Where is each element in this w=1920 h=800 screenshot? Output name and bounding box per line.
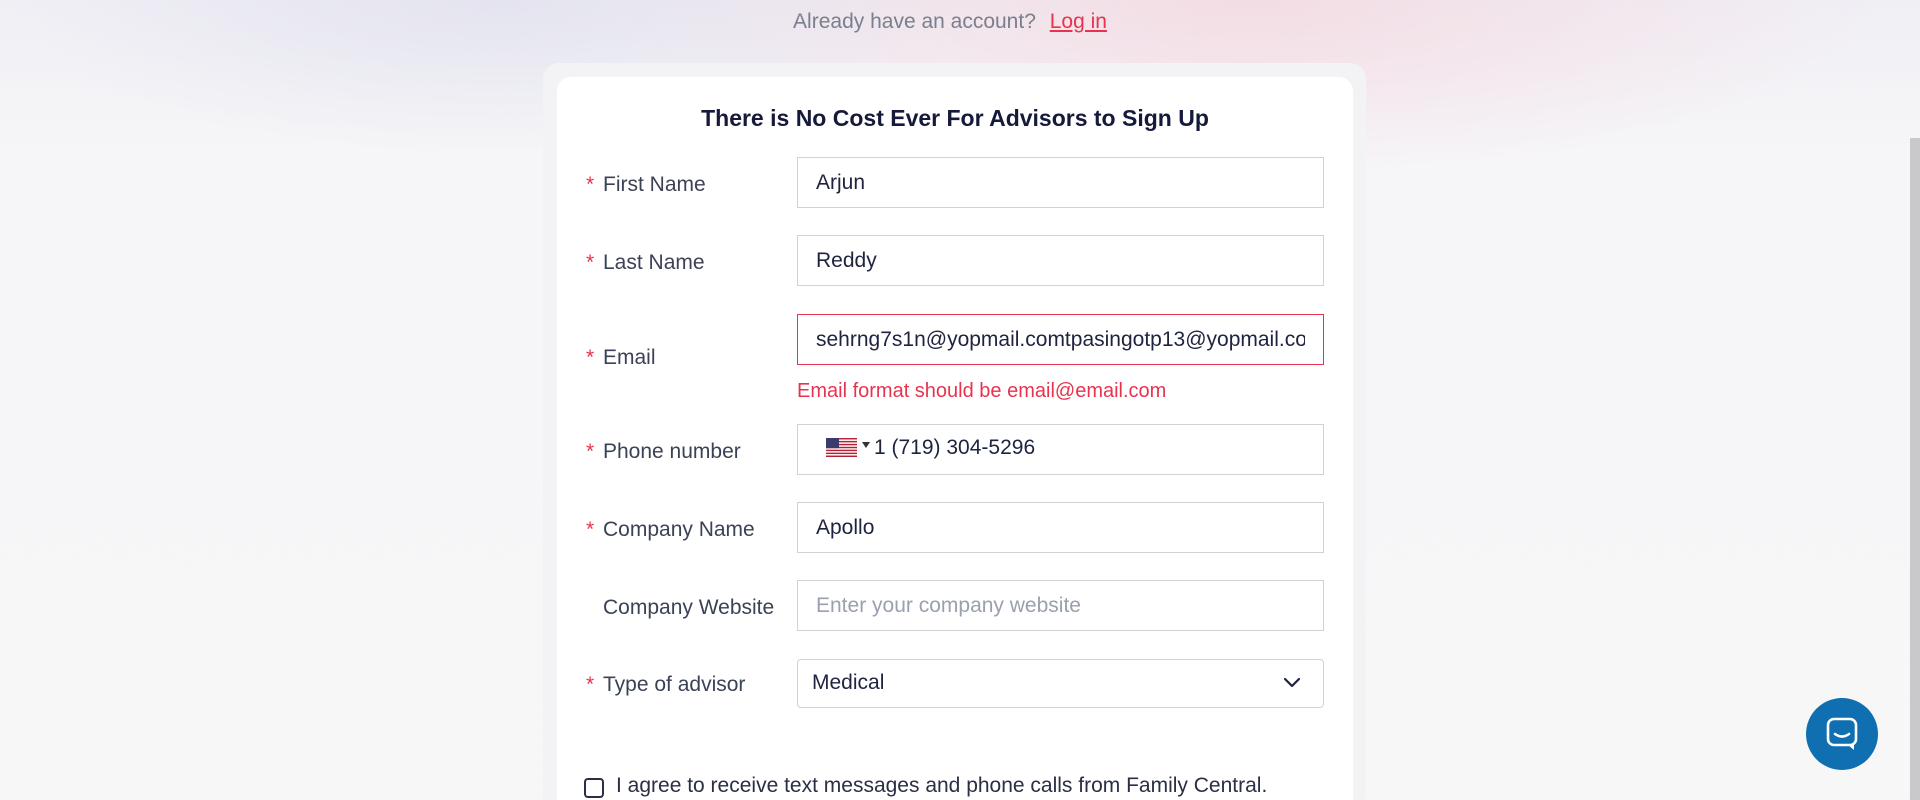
- email-label: * Email: [586, 346, 656, 370]
- advisor-type-value: Medical: [812, 671, 885, 694]
- company-website-input[interactable]: [797, 580, 1324, 631]
- company-name-input[interactable]: [797, 502, 1324, 553]
- required-marker: *: [586, 518, 595, 541]
- company-website-label: Company Website: [586, 596, 774, 620]
- last-name-label-text: Last Name: [603, 251, 705, 274]
- required-marker: *: [586, 251, 595, 274]
- advisor-type-label-text: Type of advisor: [603, 673, 746, 696]
- first-name-input[interactable]: [797, 157, 1324, 208]
- chevron-down-icon: [1283, 677, 1301, 688]
- company-website-label-text: Company Website: [603, 596, 775, 619]
- phone-value[interactable]: 1 (719) 304-5296: [874, 436, 1035, 460]
- chat-widget-button[interactable]: [1806, 698, 1878, 770]
- first-name-label-text: First Name: [603, 173, 706, 196]
- email-error-message: Email format should be email@email.com: [797, 380, 1167, 402]
- signup-card: There is No Cost Ever For Advisors to Si…: [557, 77, 1353, 800]
- phone-label-text: Phone number: [603, 440, 741, 463]
- last-name-label: * Last Name: [586, 251, 705, 275]
- first-name-label: * First Name: [586, 173, 706, 197]
- login-link[interactable]: Log in: [1050, 10, 1107, 33]
- country-dropdown-caret-icon[interactable]: [862, 442, 870, 448]
- company-name-label-text: Company Name: [603, 518, 755, 541]
- required-marker: *: [586, 173, 595, 196]
- phone-input[interactable]: 1 (719) 304-5296: [797, 424, 1324, 475]
- consent-checkbox[interactable]: [584, 778, 604, 798]
- email-input[interactable]: [797, 314, 1324, 365]
- email-label-text: Email: [603, 346, 656, 369]
- us-flag-icon[interactable]: [826, 438, 857, 457]
- chat-icon: [1826, 717, 1858, 750]
- phone-label: * Phone number: [586, 440, 741, 464]
- company-name-label: * Company Name: [586, 518, 755, 542]
- advisor-type-label: * Type of advisor: [586, 673, 745, 697]
- advisor-type-select[interactable]: Medical: [797, 659, 1324, 708]
- required-marker: *: [586, 673, 595, 696]
- required-marker: *: [586, 440, 595, 463]
- required-marker: *: [586, 346, 595, 369]
- login-prompt-text: Already have an account?: [793, 10, 1036, 33]
- login-prompt: Already have an account? Log in: [0, 10, 1900, 34]
- consent-label[interactable]: I agree to receive text messages and pho…: [616, 774, 1267, 798]
- page-scrollbar-thumb[interactable]: [1910, 138, 1920, 800]
- form-title: There is No Cost Ever For Advisors to Si…: [701, 105, 1209, 131]
- last-name-input[interactable]: [797, 235, 1324, 286]
